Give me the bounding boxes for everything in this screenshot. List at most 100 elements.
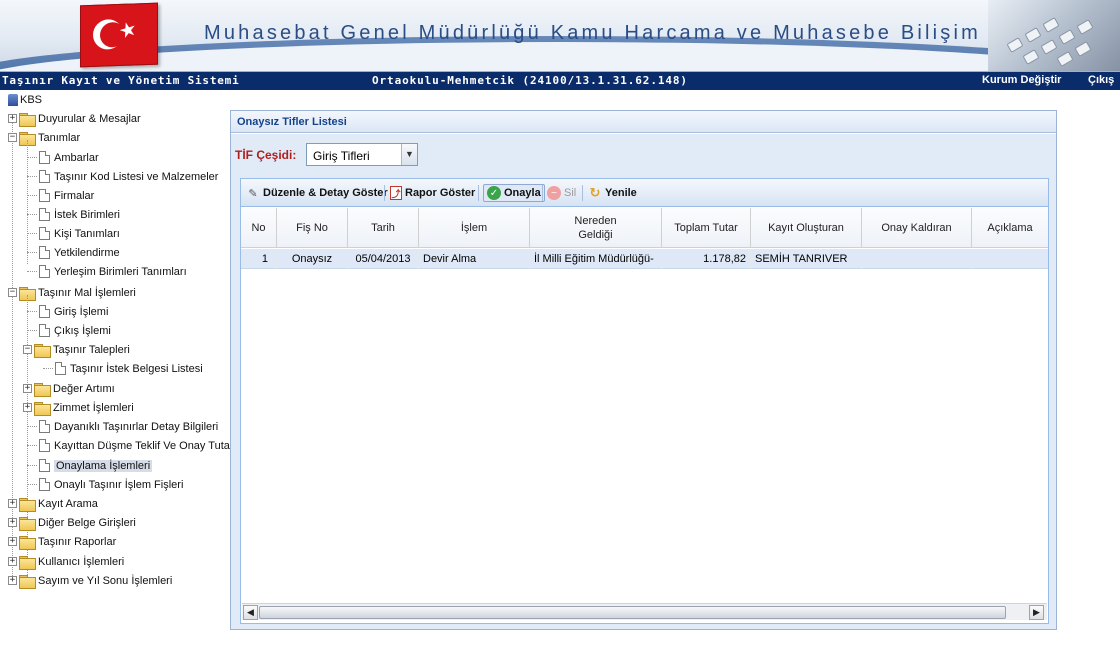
tree-item-zimmet[interactable]: + Zimmet İşlemleri bbox=[23, 398, 134, 417]
check-circle-icon: ✓ bbox=[487, 186, 501, 200]
change-institution-link[interactable]: Kurum Değiştir bbox=[982, 74, 1061, 86]
column-header-aciklama[interactable]: Açıklama bbox=[972, 208, 1048, 248]
tree-item-onayli-fisler[interactable]: Onaylı Taşınır İşlem Fişleri bbox=[27, 475, 183, 494]
cell-islem: Devir Alma bbox=[419, 249, 530, 269]
column-header-kayit-olusturan[interactable]: Kayıt Oluşturan bbox=[751, 208, 862, 248]
page-icon bbox=[39, 151, 50, 164]
folder-icon bbox=[19, 112, 36, 127]
page-icon bbox=[39, 189, 50, 202]
folder-icon bbox=[19, 516, 36, 531]
expand-icon[interactable]: + bbox=[23, 384, 32, 393]
tree-label: Tanımlar bbox=[38, 131, 81, 144]
tree-item-cikis-islemi[interactable]: Çıkış İşlemi bbox=[27, 321, 111, 340]
table-row[interactable]: 1 Onaysız 05/04/2013 Devir Alma İl Milli… bbox=[241, 249, 1048, 269]
tree-item-tasinir-raporlar[interactable]: + Taşınır Raporlar bbox=[8, 532, 116, 551]
column-header-no[interactable]: No bbox=[241, 208, 277, 248]
tree-label: Değer Artımı bbox=[53, 382, 115, 395]
tree-item-firmalar[interactable]: Firmalar bbox=[27, 186, 94, 205]
collapse-icon[interactable]: − bbox=[23, 345, 32, 354]
expand-icon[interactable]: + bbox=[8, 537, 17, 546]
expand-icon[interactable]: + bbox=[8, 576, 17, 585]
tree-item-deger-artimi[interactable]: + Değer Artımı bbox=[23, 379, 115, 398]
tree-item-tanimlar[interactable]: − Tanımlar bbox=[8, 128, 80, 147]
tree-item-kullanici[interactable]: + Kullanıcı İşlemleri bbox=[8, 552, 124, 571]
tif-type-value: Giriş Tifleri bbox=[313, 149, 370, 163]
delete-button[interactable]: − Sil bbox=[547, 184, 576, 202]
tree-item-diger-belge[interactable]: + Diğer Belge Girişleri bbox=[8, 513, 136, 532]
report-button[interactable]: ⤴ Rapor Göster bbox=[390, 184, 475, 202]
panel-title: Onaysız Tifler Listesi bbox=[237, 116, 347, 128]
chevron-down-icon[interactable]: ▼ bbox=[401, 144, 417, 165]
tree-item-giris-islemi[interactable]: Giriş İşlemi bbox=[27, 302, 108, 321]
tree-item-yetkilendirme[interactable]: Yetkilendirme bbox=[27, 243, 120, 262]
tree-label: Yerleşim Birimleri Tanımları bbox=[54, 265, 187, 278]
tree-item-sayim[interactable]: + Sayım ve Yıl Sonu İşlemleri bbox=[8, 571, 172, 590]
expand-icon[interactable]: + bbox=[8, 557, 17, 566]
tree-item-onaylama[interactable]: Onaylama İşlemleri bbox=[27, 456, 153, 475]
tree-item-kayit-arama[interactable]: + Kayıt Arama bbox=[8, 494, 98, 513]
tree-root[interactable]: KBS bbox=[8, 90, 42, 109]
tree-label: Onaylı Taşınır İşlem Fişleri bbox=[54, 478, 184, 491]
folder-icon bbox=[34, 401, 51, 416]
tree-label: İstek Birimleri bbox=[54, 208, 121, 221]
approve-button[interactable]: ✓ Onayla bbox=[483, 184, 545, 202]
system-name: Taşınır Kayıt ve Yönetim Sistemi bbox=[2, 74, 240, 87]
collapse-icon[interactable]: − bbox=[8, 288, 17, 297]
page-icon bbox=[39, 420, 50, 433]
expand-icon[interactable]: + bbox=[23, 403, 32, 412]
delete-label: Sil bbox=[564, 187, 577, 199]
page-icon bbox=[39, 478, 50, 491]
tree-item-istek-birimleri[interactable]: İstek Birimleri bbox=[27, 205, 120, 224]
column-header-fis-no[interactable]: Fiş No bbox=[277, 208, 348, 248]
cell-kayit-olusturan: SEMİH TANRIVER bbox=[751, 249, 862, 269]
expand-icon[interactable]: + bbox=[8, 499, 17, 508]
horizontal-scrollbar[interactable]: ◀ ▶ bbox=[242, 603, 1047, 620]
edit-detail-label: Düzenle & Detay Göster bbox=[263, 187, 388, 199]
panel-header: Onaysız Tifler Listesi bbox=[231, 111, 1056, 133]
tree-item-ambarlar[interactable]: Ambarlar bbox=[27, 148, 99, 167]
collapse-icon[interactable]: − bbox=[8, 133, 17, 142]
column-header-tarih[interactable]: Tarih bbox=[348, 208, 419, 248]
expand-icon[interactable]: + bbox=[8, 114, 17, 123]
page-icon bbox=[39, 265, 50, 278]
folder-icon bbox=[19, 535, 36, 550]
form-area: TİF Çeşidi: Giriş Tifleri ▼ ✎ Düzenle & … bbox=[231, 134, 1056, 629]
pencil-icon: ✎ bbox=[248, 187, 258, 200]
refresh-icon: ↻ bbox=[589, 185, 601, 200]
cell-fis-no: Onaysız bbox=[277, 249, 348, 269]
edit-detail-button[interactable]: ✎ Düzenle & Detay Göster bbox=[246, 184, 388, 202]
column-header-nereden[interactable]: Nereden Geldiği bbox=[530, 208, 662, 248]
keyboard-image-icon bbox=[988, 0, 1120, 71]
page-icon bbox=[39, 439, 50, 452]
scroll-thumb[interactable] bbox=[259, 606, 1006, 619]
column-header-islem[interactable]: İşlem bbox=[419, 208, 530, 248]
exit-link[interactable]: Çıkış bbox=[1088, 74, 1114, 86]
tree-label: Ambarlar bbox=[54, 151, 99, 164]
tree-label: Taşınır Kod Listesi ve Malzemeler bbox=[54, 170, 219, 183]
refresh-button[interactable]: ↻ Yenile bbox=[588, 184, 637, 202]
page-icon bbox=[39, 305, 50, 318]
scroll-right-icon[interactable]: ▶ bbox=[1029, 605, 1044, 620]
tree-label: Duyurular & Mesajlar bbox=[38, 112, 141, 125]
tree-item-kayittan-dusme[interactable]: Kayıttan Düşme Teklif Ve Onay Tutanağı bbox=[27, 436, 251, 455]
cell-no: 1 bbox=[241, 249, 277, 269]
column-header-onay-kaldiran[interactable]: Onay Kaldıran bbox=[862, 208, 972, 248]
tree-item-istek-belgesi[interactable]: Taşınır İstek Belgesi Listesi bbox=[43, 359, 203, 378]
folder-icon bbox=[19, 555, 36, 570]
tree-item-duyurular[interactable]: + Duyurular & Mesajlar bbox=[8, 109, 141, 128]
column-header-toplam[interactable]: Toplam Tutar bbox=[662, 208, 751, 248]
tree-item-dayanikli[interactable]: Dayanıklı Taşınırlar Detay Bilgileri bbox=[27, 417, 218, 436]
tree-item-tasinir-talepleri[interactable]: − Taşınır Talepleri bbox=[23, 340, 130, 359]
cell-tarih: 05/04/2013 bbox=[348, 249, 419, 269]
tree-item-kisi-tanimlari[interactable]: Kişi Tanımları bbox=[27, 224, 120, 243]
tree-item-tasinir-kod[interactable]: Taşınır Kod Listesi ve Malzemeler bbox=[27, 167, 218, 186]
folder-icon bbox=[19, 574, 36, 589]
grid-header: No Fiş No Tarih İşlem Nereden Geldiği To… bbox=[241, 208, 1048, 248]
tree-item-yerlesim[interactable]: Yerleşim Birimleri Tanımları bbox=[27, 262, 187, 281]
turkish-flag-icon: ★ bbox=[80, 2, 158, 68]
scroll-left-icon[interactable]: ◀ bbox=[243, 605, 258, 620]
tif-type-select[interactable]: Giriş Tifleri ▼ bbox=[306, 143, 418, 166]
expand-icon[interactable]: + bbox=[8, 518, 17, 527]
grid-toolbar: ✎ Düzenle & Detay Göster ⤴ Rapor Göster … bbox=[241, 179, 1048, 207]
tree-label: Giriş İşlemi bbox=[54, 305, 109, 318]
